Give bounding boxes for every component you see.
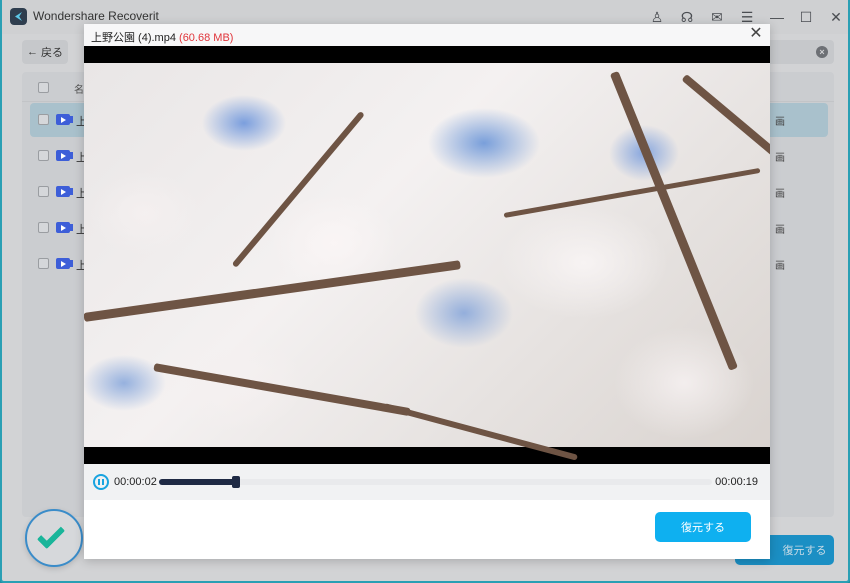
preview-filename: 上野公園 (4).mp4 xyxy=(91,32,176,44)
file-type: 画 xyxy=(775,225,785,236)
video-file-icon xyxy=(56,114,73,125)
back-button[interactable]: ← 戻る xyxy=(22,40,68,64)
seek-bar-thumb[interactable] xyxy=(232,476,241,488)
branch xyxy=(503,167,761,218)
preview-close-icon[interactable]: ✕ xyxy=(748,26,764,42)
success-badge xyxy=(25,509,83,567)
branch xyxy=(231,110,365,268)
video-file-icon xyxy=(56,258,73,269)
window-close-icon[interactable]: ✕ xyxy=(826,7,846,27)
column-header-name: 名 xyxy=(74,85,84,96)
seek-bar[interactable] xyxy=(159,476,712,488)
clear-search-icon[interactable]: × xyxy=(816,46,828,58)
file-type: 画 xyxy=(775,261,785,272)
pause-icon[interactable] xyxy=(93,474,109,490)
branch xyxy=(383,403,578,461)
branch xyxy=(84,260,461,322)
app-logo-icon xyxy=(10,8,27,25)
seek-bar-fill xyxy=(159,479,237,485)
current-time: 00:00:02 xyxy=(114,476,157,488)
row-checkbox[interactable] xyxy=(38,222,49,233)
preview-header: 上野公園 (4).mp4 (60.68 MB) ✕ xyxy=(84,24,770,46)
row-checkbox[interactable] xyxy=(38,186,49,197)
total-time: 00:00:19 xyxy=(715,476,758,488)
preview-title: 上野公園 (4).mp4 (60.68 MB) xyxy=(91,29,233,45)
video-file-icon xyxy=(56,222,73,233)
row-checkbox[interactable] xyxy=(38,150,49,161)
file-type: 画 xyxy=(775,189,785,200)
minimize-icon[interactable]: — xyxy=(767,7,787,27)
recover-button[interactable]: 復元する xyxy=(655,512,751,542)
app-title: Wondershare Recoverit xyxy=(33,9,159,23)
video-player[interactable] xyxy=(84,46,770,464)
preview-dialog: 上野公園 (4).mp4 (60.68 MB) ✕ 00:00:02 00:00… xyxy=(84,24,770,559)
branch xyxy=(681,73,770,222)
checkmark-icon xyxy=(36,520,66,550)
branch xyxy=(609,70,739,371)
video-frame xyxy=(84,63,770,461)
file-type: 画 xyxy=(775,117,785,128)
back-label: 戻る xyxy=(41,47,63,59)
app-window: Wondershare Recoverit ♙ ☊ ✉ ☰ — ☐ ✕ ← 戻る… xyxy=(0,0,850,583)
preview-filesize: (60.68 MB) xyxy=(179,32,234,44)
row-checkbox[interactable] xyxy=(38,114,49,125)
video-file-icon xyxy=(56,186,73,197)
row-checkbox[interactable] xyxy=(38,258,49,269)
playback-controls: 00:00:02 00:00:19 xyxy=(84,464,770,500)
arrow-left-icon: ← xyxy=(27,46,38,58)
maximize-icon[interactable]: ☐ xyxy=(796,7,816,27)
video-file-icon xyxy=(56,150,73,161)
select-all-checkbox[interactable] xyxy=(38,82,49,93)
branch xyxy=(153,363,411,417)
file-type: 画 xyxy=(775,153,785,164)
